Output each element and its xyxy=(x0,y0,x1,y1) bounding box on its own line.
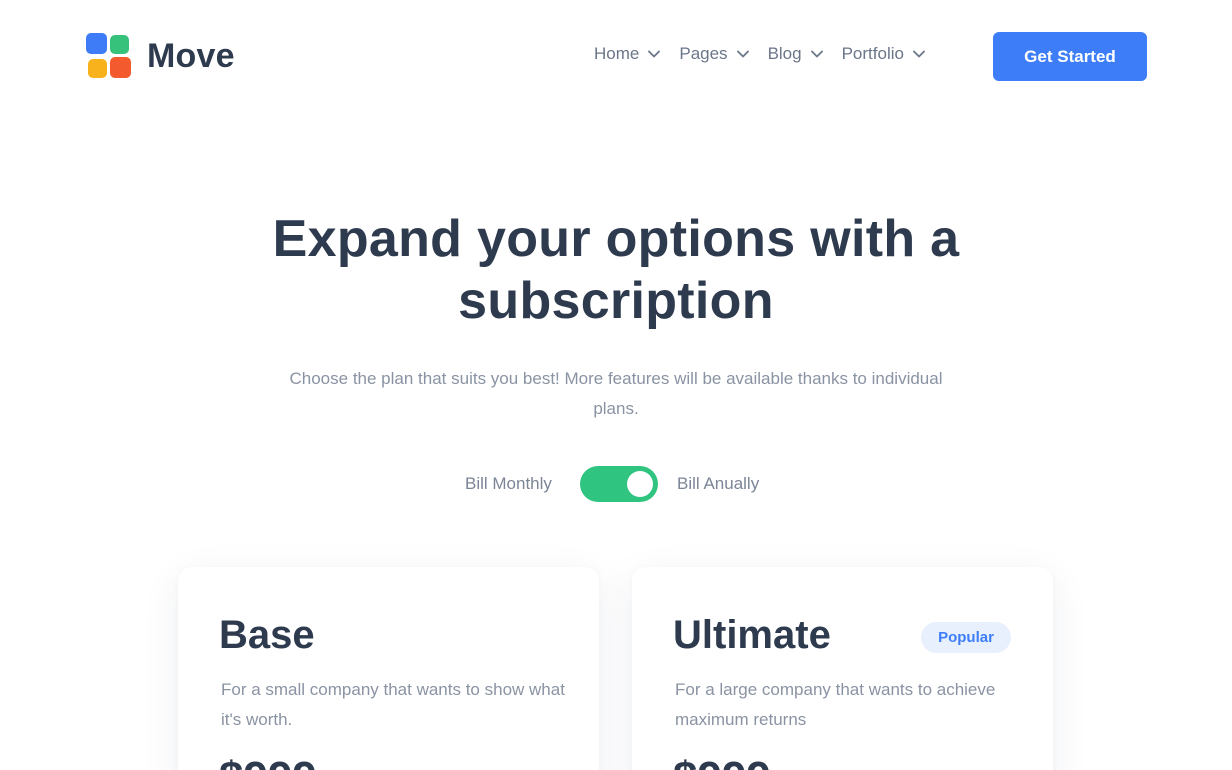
bill-annually-label[interactable]: Bill Anually xyxy=(677,474,759,494)
hero-subtitle: Choose the plan that suits you best! Mor… xyxy=(289,369,943,418)
toggle-knob xyxy=(627,471,653,497)
popular-badge: Popular xyxy=(921,622,1011,653)
plan-card-ultimate: Ultimate Popular For a large company tha… xyxy=(632,567,1053,770)
chevron-down-icon xyxy=(913,50,925,58)
brand-name: Move xyxy=(147,37,235,75)
nav-item-blog[interactable]: Blog xyxy=(768,44,823,64)
nav-item-label: Portfolio xyxy=(841,44,904,63)
logo[interactable]: Move xyxy=(86,33,235,79)
billing-toggle[interactable] xyxy=(580,466,658,502)
plan-price: $999 xyxy=(673,753,771,770)
chevron-down-icon xyxy=(736,50,749,58)
logo-mark-icon xyxy=(86,33,132,79)
site-header: Move Home Pages Blog Portfolio Get Start… xyxy=(0,0,1232,112)
nav-item-label: Home xyxy=(594,44,640,63)
nav-item-portfolio[interactable]: Portfolio xyxy=(842,44,925,64)
plan-name: Base xyxy=(219,613,315,657)
page: Move Home Pages Blog Portfolio Get Start… xyxy=(0,0,1232,770)
billing-period-switch: Bill Monthly Bill Anually xyxy=(0,466,1232,504)
nav-item-label: Blog xyxy=(767,44,802,63)
hero-title: Expand your options with a subscription xyxy=(272,210,960,330)
plan-description: For a large company that wants to achiev… xyxy=(675,680,996,729)
nav-item-pages[interactable]: Pages xyxy=(679,44,749,64)
nav-item-home[interactable]: Home xyxy=(594,44,661,64)
chevron-down-icon xyxy=(810,50,823,58)
nav-item-label: Pages xyxy=(679,44,728,63)
chevron-down-icon xyxy=(648,50,661,58)
bill-monthly-label[interactable]: Bill Monthly xyxy=(465,474,552,494)
main-nav: Home Pages Blog Portfolio xyxy=(594,44,944,64)
plan-name: Ultimate xyxy=(673,613,831,657)
plan-description: For a small company that wants to show w… xyxy=(221,680,565,729)
get-started-button[interactable]: Get Started xyxy=(993,32,1147,81)
plan-price: $999 xyxy=(219,753,317,770)
plan-card-base: Base For a small company that wants to s… xyxy=(178,567,599,770)
